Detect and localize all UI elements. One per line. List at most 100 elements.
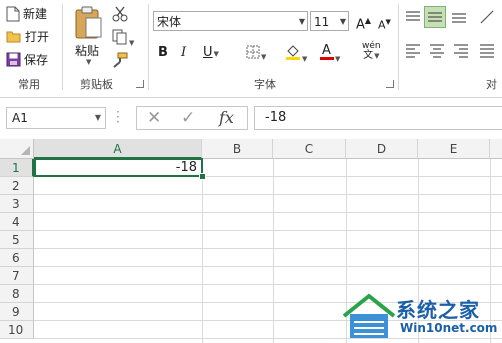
grow-font-button[interactable]: A▲ xyxy=(356,13,371,33)
formula-buttons: ✕ ✓ fx xyxy=(136,106,248,130)
underline-label: U xyxy=(203,45,213,60)
clipboard-launcher-icon[interactable] xyxy=(136,80,144,88)
name-box-value: A1 xyxy=(12,111,28,125)
bold-button[interactable]: B xyxy=(158,45,168,61)
select-all-corner[interactable] xyxy=(0,139,34,159)
row-header-4[interactable]: 4 xyxy=(0,213,34,231)
row-header-1[interactable]: 1 xyxy=(0,159,34,177)
fill-bucket-icon xyxy=(286,45,300,60)
phonetic-char: 文 xyxy=(363,50,374,61)
font-color-dropdown-caret[interactable]: ▼ xyxy=(335,55,340,63)
name-box[interactable]: A1 ▼ xyxy=(6,107,106,129)
align-center-icon[interactable] xyxy=(428,42,446,60)
copy-dropdown-caret[interactable]: ▼ xyxy=(129,39,134,47)
watermark-title: 系统之家 xyxy=(396,298,480,322)
phonetic-button[interactable]: wén 文▼ xyxy=(362,41,381,61)
row-header-3[interactable]: 3 xyxy=(0,195,34,213)
column-header-e[interactable]: E xyxy=(418,139,490,159)
cell-a1[interactable]: -18 xyxy=(34,158,203,177)
row-header-7[interactable]: 7 xyxy=(0,267,34,285)
underline-dropdown-caret[interactable]: ▼ xyxy=(214,50,219,58)
fill-color-button[interactable]: ▼ xyxy=(285,43,307,67)
row-header-10[interactable]: 10 xyxy=(0,321,34,339)
new-document-icon xyxy=(6,6,20,21)
cut-scissors-icon[interactable] xyxy=(112,6,128,22)
group-separator xyxy=(62,4,63,90)
align-left-icon[interactable] xyxy=(404,42,422,60)
align-middle-icon xyxy=(428,12,442,22)
font-color-button[interactable]: A ▼ xyxy=(320,43,340,67)
font-name-value: 宋体 xyxy=(157,15,182,29)
wrap-text-icon[interactable] xyxy=(478,42,496,60)
open-label: 打开 xyxy=(25,30,50,44)
orientation-icon[interactable] xyxy=(478,8,496,26)
paste-clipboard-icon xyxy=(75,6,102,39)
font-launcher-icon[interactable] xyxy=(386,80,394,88)
formula-input[interactable]: -18 xyxy=(254,106,502,130)
gridline xyxy=(34,230,502,231)
column-header-f-partial[interactable] xyxy=(490,139,502,159)
borders-dropdown-caret[interactable]: ▼ xyxy=(261,53,266,61)
group-font-label: 字体 xyxy=(254,78,276,91)
paste-button[interactable]: 粘贴 ▼ xyxy=(72,4,106,68)
copy-icon xyxy=(112,29,127,45)
house-logo-icon xyxy=(342,293,396,338)
gridline xyxy=(202,159,203,343)
group-separator xyxy=(398,4,399,90)
fill-handle[interactable] xyxy=(199,173,206,180)
column-header-d[interactable]: D xyxy=(346,139,418,159)
row-header-2[interactable]: 2 xyxy=(0,177,34,195)
open-button[interactable]: 打开 xyxy=(6,28,49,45)
group-alignment-label: 对 xyxy=(486,78,497,91)
save-label: 保存 xyxy=(24,53,49,67)
shrink-font-button[interactable]: A▼ xyxy=(378,14,391,34)
paste-label: 粘贴 xyxy=(75,44,100,58)
fill-color-dropdown-caret[interactable]: ▼ xyxy=(302,55,307,63)
italic-button[interactable]: I xyxy=(181,45,186,61)
font-name-combo[interactable]: 宋体 ▼ xyxy=(153,11,308,31)
row-header-6[interactable]: 6 xyxy=(0,249,34,267)
font-size-dropdown-icon[interactable]: ▼ xyxy=(340,12,346,32)
save-button[interactable]: 保存 xyxy=(6,51,48,68)
open-folder-icon xyxy=(6,31,21,42)
underline-button[interactable]: U▼ xyxy=(203,45,219,62)
gridline xyxy=(34,266,502,267)
row-header-5[interactable]: 5 xyxy=(0,231,34,249)
cancel-entry-icon[interactable]: ✕ xyxy=(147,108,161,128)
column-header-b[interactable]: B xyxy=(202,139,273,159)
column-header-a[interactable]: A xyxy=(34,139,202,159)
row-header-8[interactable]: 8 xyxy=(0,285,34,303)
phonetic-dropdown-caret[interactable]: ▼ xyxy=(374,52,379,60)
borders-icon xyxy=(246,45,260,59)
save-disk-icon xyxy=(6,52,21,67)
watermark-logo: 系统之家 Win10net.com xyxy=(338,290,502,343)
copy-button[interactable]: ▼ xyxy=(112,29,134,48)
confirm-entry-icon[interactable]: ✓ xyxy=(181,108,195,128)
shrink-font-icon: A xyxy=(378,18,386,32)
align-top-icon[interactable] xyxy=(404,8,422,26)
insert-function-icon[interactable]: fx xyxy=(219,108,234,127)
font-name-dropdown-icon[interactable]: ▼ xyxy=(299,12,305,32)
group-separator xyxy=(148,4,149,90)
font-size-combo[interactable]: 11 ▼ xyxy=(310,11,349,31)
new-label: 新建 xyxy=(23,7,48,21)
font-color-bar xyxy=(320,57,334,60)
paste-dropdown-caret[interactable]: ▼ xyxy=(86,58,91,66)
font-size-value: 11 xyxy=(314,15,330,29)
gridline xyxy=(34,212,502,213)
align-right-icon[interactable] xyxy=(452,42,470,60)
align-middle-button[interactable] xyxy=(424,6,446,28)
gridline xyxy=(34,248,502,249)
gridline xyxy=(273,159,274,343)
watermark-url: Win10net.com xyxy=(400,321,498,335)
row-header-9[interactable]: 9 xyxy=(0,303,34,321)
column-header-c[interactable]: C xyxy=(273,139,346,159)
align-bottom-icon[interactable] xyxy=(450,8,468,26)
borders-button[interactable]: ▼ xyxy=(246,45,266,65)
name-box-dropdown-icon[interactable]: ▼ xyxy=(95,108,101,128)
gridline xyxy=(34,194,502,195)
group-common-label: 常用 xyxy=(18,78,40,91)
format-painter-icon[interactable] xyxy=(112,52,128,68)
formula-bar-resize-handle[interactable]: · · · xyxy=(116,106,120,128)
new-button[interactable]: 新建 xyxy=(6,5,47,22)
